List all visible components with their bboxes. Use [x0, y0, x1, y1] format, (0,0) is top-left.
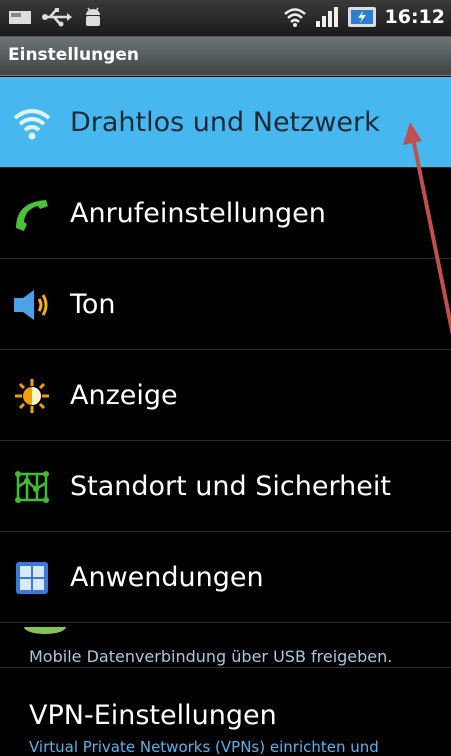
settings-item-subtitle: Virtual Private Networks (VPNs) einricht… — [29, 738, 379, 756]
battery-charging-icon — [347, 7, 376, 27]
phone-handset-icon — [16, 200, 48, 231]
settings-item-applications[interactable]: Anwendungen — [0, 532, 451, 623]
settings-item-label: Standort und Sicherheit — [70, 471, 391, 502]
applications-icon — [16, 562, 48, 594]
settings-item-sound[interactable]: Ton — [0, 259, 451, 350]
settings-item-location-security[interactable]: Standort und Sicherheit — [0, 441, 451, 532]
wifi-icon — [283, 8, 306, 27]
title-bar: Einstellungen — [0, 37, 451, 76]
settings-item-label: Ton — [70, 289, 116, 320]
settings-item-label: Anwendungen — [70, 562, 264, 593]
speaker-icon — [14, 290, 48, 320]
settings-item-subtitle: Mobile Datenverbindung über USB freigebe… — [29, 647, 393, 666]
usb-icon — [42, 8, 72, 27]
settings-list: Drahtlos und Netzwerk Anrufeinstellungen… — [0, 77, 451, 623]
sd-card-icon — [9, 11, 31, 24]
settings-item-label: Anzeige — [70, 380, 178, 411]
location-grid-icon — [15, 471, 49, 503]
clock: 16:12 — [384, 6, 445, 28]
settings-item-call-settings[interactable]: Anrufeinstellungen — [0, 168, 451, 259]
signal-icon — [315, 7, 338, 27]
settings-item-label: Anrufeinstellungen — [70, 198, 326, 229]
status-bar: 16:12 — [0, 0, 451, 37]
tethering-icon — [24, 627, 66, 634]
settings-item-display[interactable]: Anzeige — [0, 350, 451, 441]
android-debug-icon — [86, 7, 100, 26]
brightness-icon — [15, 379, 49, 413]
settings-item-tethering[interactable]: Mobile Datenverbindung über USB freigebe… — [0, 627, 451, 668]
settings-item-wireless-network[interactable]: Drahtlos und Netzwerk — [0, 77, 451, 168]
settings-item-label: Drahtlos und Netzwerk — [70, 107, 380, 138]
wifi-icon — [13, 109, 51, 140]
settings-item-vpn[interactable]: VPN-Einstellungen Virtual Private Networ… — [0, 668, 451, 756]
page-title: Einstellungen — [8, 45, 139, 65]
settings-item-label: VPN-Einstellungen — [29, 700, 277, 731]
